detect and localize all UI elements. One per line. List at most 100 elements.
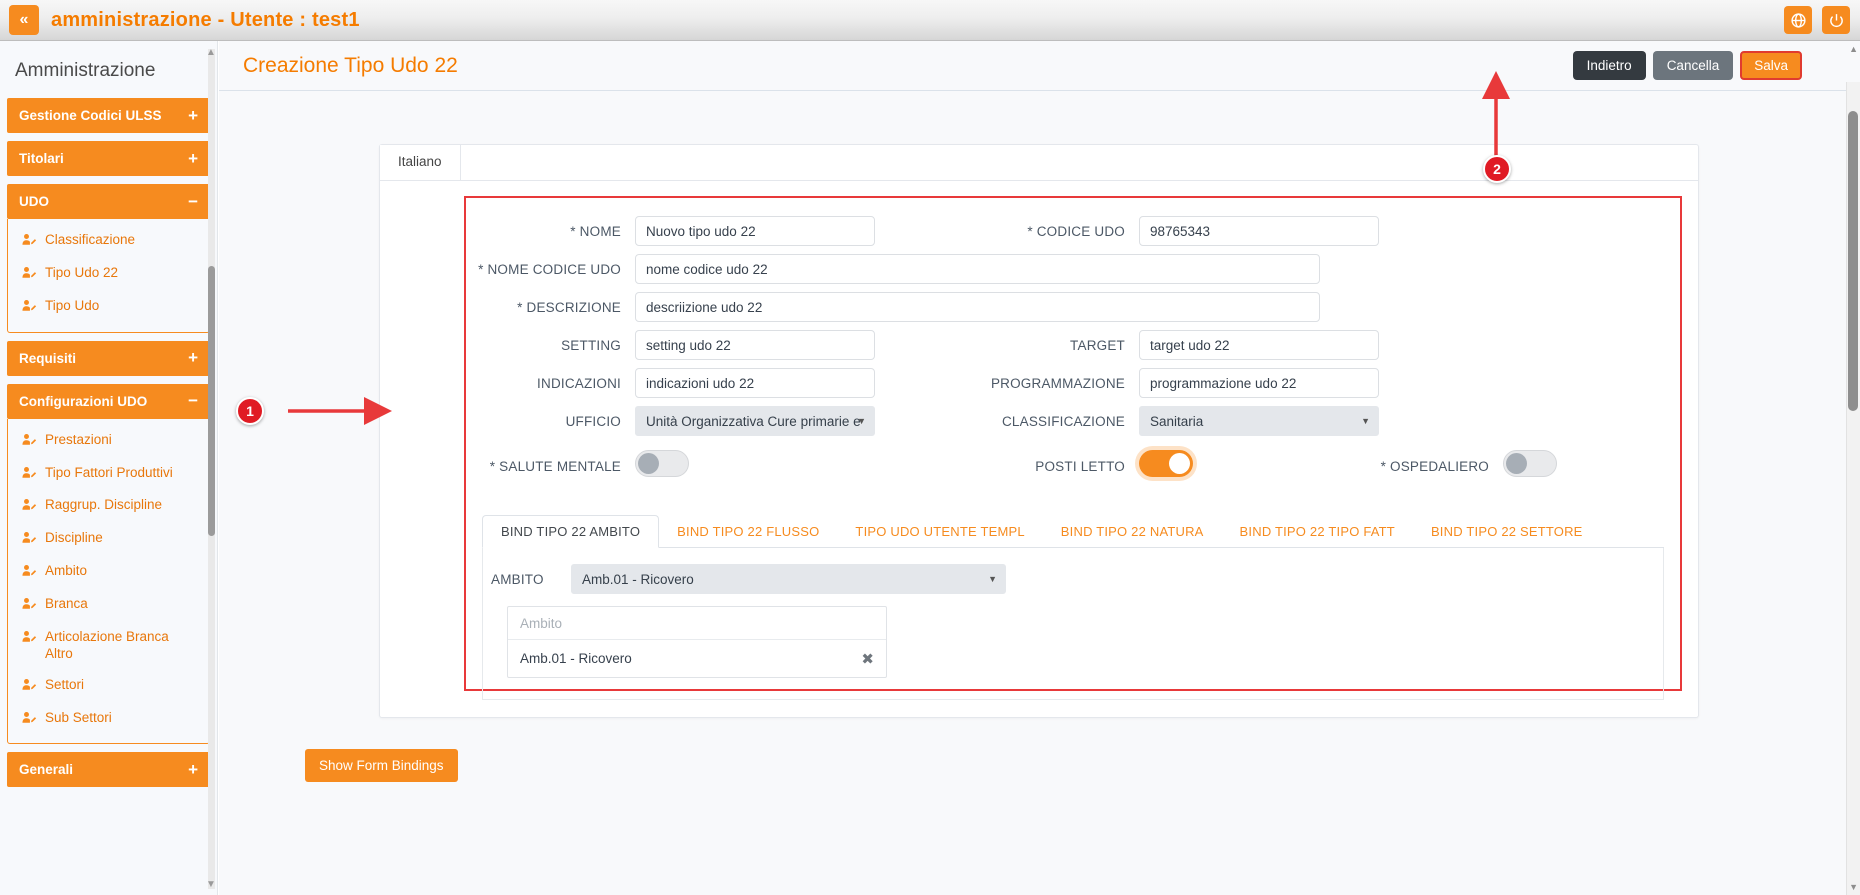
sidebar-group-titolari: Titolari + <box>7 141 210 176</box>
form-row-ufficio: UFFICIO Unità Organizzativa Cure primari… <box>466 406 1680 436</box>
expand-plus-icon: + <box>188 148 198 168</box>
nome-codice-udo-input[interactable] <box>635 254 1320 284</box>
nome-input[interactable] <box>635 216 875 246</box>
sidebar-scrollbar-thumb[interactable] <box>208 266 215 536</box>
scroll-up-arrow-icon[interactable]: ▲ <box>1849 44 1858 54</box>
cancel-button[interactable]: Cancella <box>1652 51 1734 80</box>
ambito-select[interactable]: Amb.01 - Ricovero ▼ <box>571 564 1006 594</box>
descrizione-input[interactable] <box>635 292 1320 322</box>
user-edit-icon <box>22 711 37 729</box>
back-button[interactable]: Indietro <box>1572 51 1646 80</box>
user-edit-icon <box>22 233 37 251</box>
sidebar-item-label: Classificazione <box>45 232 136 247</box>
user-edit-icon <box>22 564 37 582</box>
sidebar-group-configurazioni-udo: Configurazioni UDO − Prestazioni Tipo Fa… <box>7 383 210 745</box>
sidebar-item-label: Tipo Udo 22 <box>45 264 119 280</box>
sidebar-item-tipo-udo-22[interactable]: Tipo Udo 22 <box>8 258 209 291</box>
ospedaliero-toggle[interactable] <box>1503 450 1557 477</box>
sidebar-item-tipo-fattori-produttivi[interactable]: Tipo Fattori Produttivi <box>8 458 209 491</box>
codice-udo-input[interactable] <box>1139 216 1379 246</box>
ambito-row: AMBITO Amb.01 - Ricovero ▼ <box>491 564 1663 594</box>
annotation-marker-2: 2 <box>1483 155 1511 183</box>
sidebar: Amministrazione ▲ ▼ Gestione Codici ULSS… <box>0 41 218 895</box>
highlighted-form-region: * NOME * CODICE UDO * NOME CODICE UDO * … <box>464 196 1682 700</box>
sidebar-item-branca[interactable]: Branca <box>8 589 209 622</box>
sidebar-group-header[interactable]: Generali + <box>7 752 210 788</box>
scroll-down-arrow-icon[interactable]: ▼ <box>1849 882 1858 892</box>
salute-mentale-toggle[interactable] <box>635 450 689 477</box>
chevron-down-icon: ▼ <box>988 574 997 584</box>
indicazioni-input[interactable] <box>635 368 875 398</box>
tab-bind-tipo-22-tipo-fatt[interactable]: BIND TIPO 22 TIPO FATT <box>1222 516 1413 547</box>
sidebar-group-label: Gestione Codici ULSS <box>19 108 162 123</box>
user-edit-icon <box>22 266 37 284</box>
setting-input[interactable] <box>635 330 875 360</box>
nome-codice-udo-label: * NOME CODICE UDO <box>478 261 621 277</box>
power-icon[interactable] <box>1822 6 1850 34</box>
sidebar-item-articolazione-branca-altro[interactable]: Articolazione Branca Altro <box>8 622 209 670</box>
list-item[interactable]: Amb.01 - Ricovero ✖ <box>508 640 886 677</box>
classificazione-select[interactable]: Sanitaria ▼ <box>1139 406 1379 436</box>
ufficio-select[interactable]: Unità Organizzativa Cure primarie e ▼ <box>635 406 875 436</box>
main-scrollbar-thumb[interactable] <box>1848 111 1858 411</box>
form-card: Italiano * NOME * CODICE UDO * NOME CODI… <box>379 144 1699 718</box>
tab-italiano[interactable]: Italiano <box>380 145 461 180</box>
sidebar-item-sub-settori[interactable]: Sub Settori <box>8 703 209 736</box>
double-chevron-left-icon[interactable]: « <box>9 5 39 35</box>
programmazione-input[interactable] <box>1139 368 1379 398</box>
expand-plus-icon: + <box>188 348 198 368</box>
sidebar-group-body: Classificazione Tipo Udo 22 Tipo Udo <box>7 219 210 333</box>
sidebar-item-label: Ambito <box>45 563 88 579</box>
sidebar-item-discipline[interactable]: Discipline <box>8 523 209 556</box>
tab-bind-tipo-22-natura[interactable]: BIND TIPO 22 NATURA <box>1043 516 1222 547</box>
sidebar-group-header[interactable]: Titolari + <box>7 141 210 176</box>
sidebar-item-label: Settori <box>45 676 85 692</box>
sidebar-item-settori[interactable]: Settori <box>8 670 209 703</box>
ambito-search-placeholder[interactable]: Ambito <box>508 607 886 640</box>
sidebar-group-header[interactable]: Gestione Codici ULSS + <box>7 98 210 133</box>
globe-icon[interactable] <box>1784 6 1812 34</box>
sidebar-item-classificazione[interactable]: Classificazione <box>8 225 209 258</box>
classificazione-label: CLASSIFICAZIONE <box>1001 413 1125 429</box>
form-row-indicazioni: INDICAZIONI PROGRAMMAZIONE <box>466 368 1680 398</box>
sidebar-item-raggrup-discipline[interactable]: Raggrup. Discipline <box>8 490 209 523</box>
sidebar-item-label: Discipline <box>45 530 103 546</box>
scroll-down-arrow-icon[interactable]: ▼ <box>205 879 217 891</box>
app-root: « amministrazione - Utente : test1 Ammin… <box>0 0 1860 895</box>
target-input[interactable] <box>1139 330 1379 360</box>
sidebar-item-ambito[interactable]: Ambito <box>8 556 209 589</box>
sidebar-item-prestazioni[interactable]: Prestazioni <box>8 425 209 458</box>
form-row-setting: SETTING TARGET <box>466 330 1680 360</box>
sidebar-group-header[interactable]: Requisiti + <box>7 340 210 376</box>
sidebar-group-header[interactable]: Configurazioni UDO − <box>7 383 210 419</box>
main-content: Creazione Tipo Udo 22 Indietro Cancella … <box>219 41 1860 895</box>
user-edit-icon <box>22 678 37 696</box>
sidebar-item-label: Sub Settori <box>45 709 112 725</box>
close-icon[interactable]: ✖ <box>861 650 874 668</box>
codice-udo-label: * CODICE UDO <box>1027 223 1125 239</box>
top-bar-actions <box>1784 6 1850 34</box>
scroll-up-arrow-icon[interactable]: ▲ <box>205 47 217 59</box>
tab-bind-tipo-22-flusso[interactable]: BIND TIPO 22 FLUSSO <box>659 516 837 547</box>
tab-bind-tipo-22-settore[interactable]: BIND TIPO 22 SETTORE <box>1413 516 1601 547</box>
tab-bind-tipo-22-ambito[interactable]: BIND TIPO 22 AMBITO <box>482 515 660 548</box>
save-button[interactable]: Salva <box>1740 51 1802 80</box>
sidebar-group-requisiti: Requisiti + <box>7 340 210 376</box>
ospedaliero-label: * OSPEDALIERO <box>1380 458 1489 474</box>
salute-mentale-label: * SALUTE MENTALE <box>489 458 621 474</box>
show-form-bindings-button[interactable]: Show Form Bindings <box>305 749 458 782</box>
sidebar-item-tipo-udo[interactable]: Tipo Udo <box>8 291 209 324</box>
user-edit-icon <box>22 466 37 484</box>
ufficio-label: UFFICIO <box>565 413 621 429</box>
posti-letto-toggle[interactable] <box>1139 450 1193 477</box>
annotation-marker-1: 1 <box>236 397 264 425</box>
expand-plus-icon: + <box>188 759 198 779</box>
sidebar-group-header[interactable]: UDO − <box>7 184 210 219</box>
sidebar-group-generali: Generali + <box>7 752 210 788</box>
programmazione-label: PROGRAMMAZIONE <box>990 375 1125 391</box>
tab-tipo-udo-utente-templ[interactable]: TIPO UDO UTENTE TEMPL <box>837 516 1042 547</box>
user-edit-icon <box>22 531 37 549</box>
user-edit-icon <box>22 498 37 516</box>
top-bar: « amministrazione - Utente : test1 <box>0 0 1860 41</box>
user-edit-icon <box>22 299 37 317</box>
